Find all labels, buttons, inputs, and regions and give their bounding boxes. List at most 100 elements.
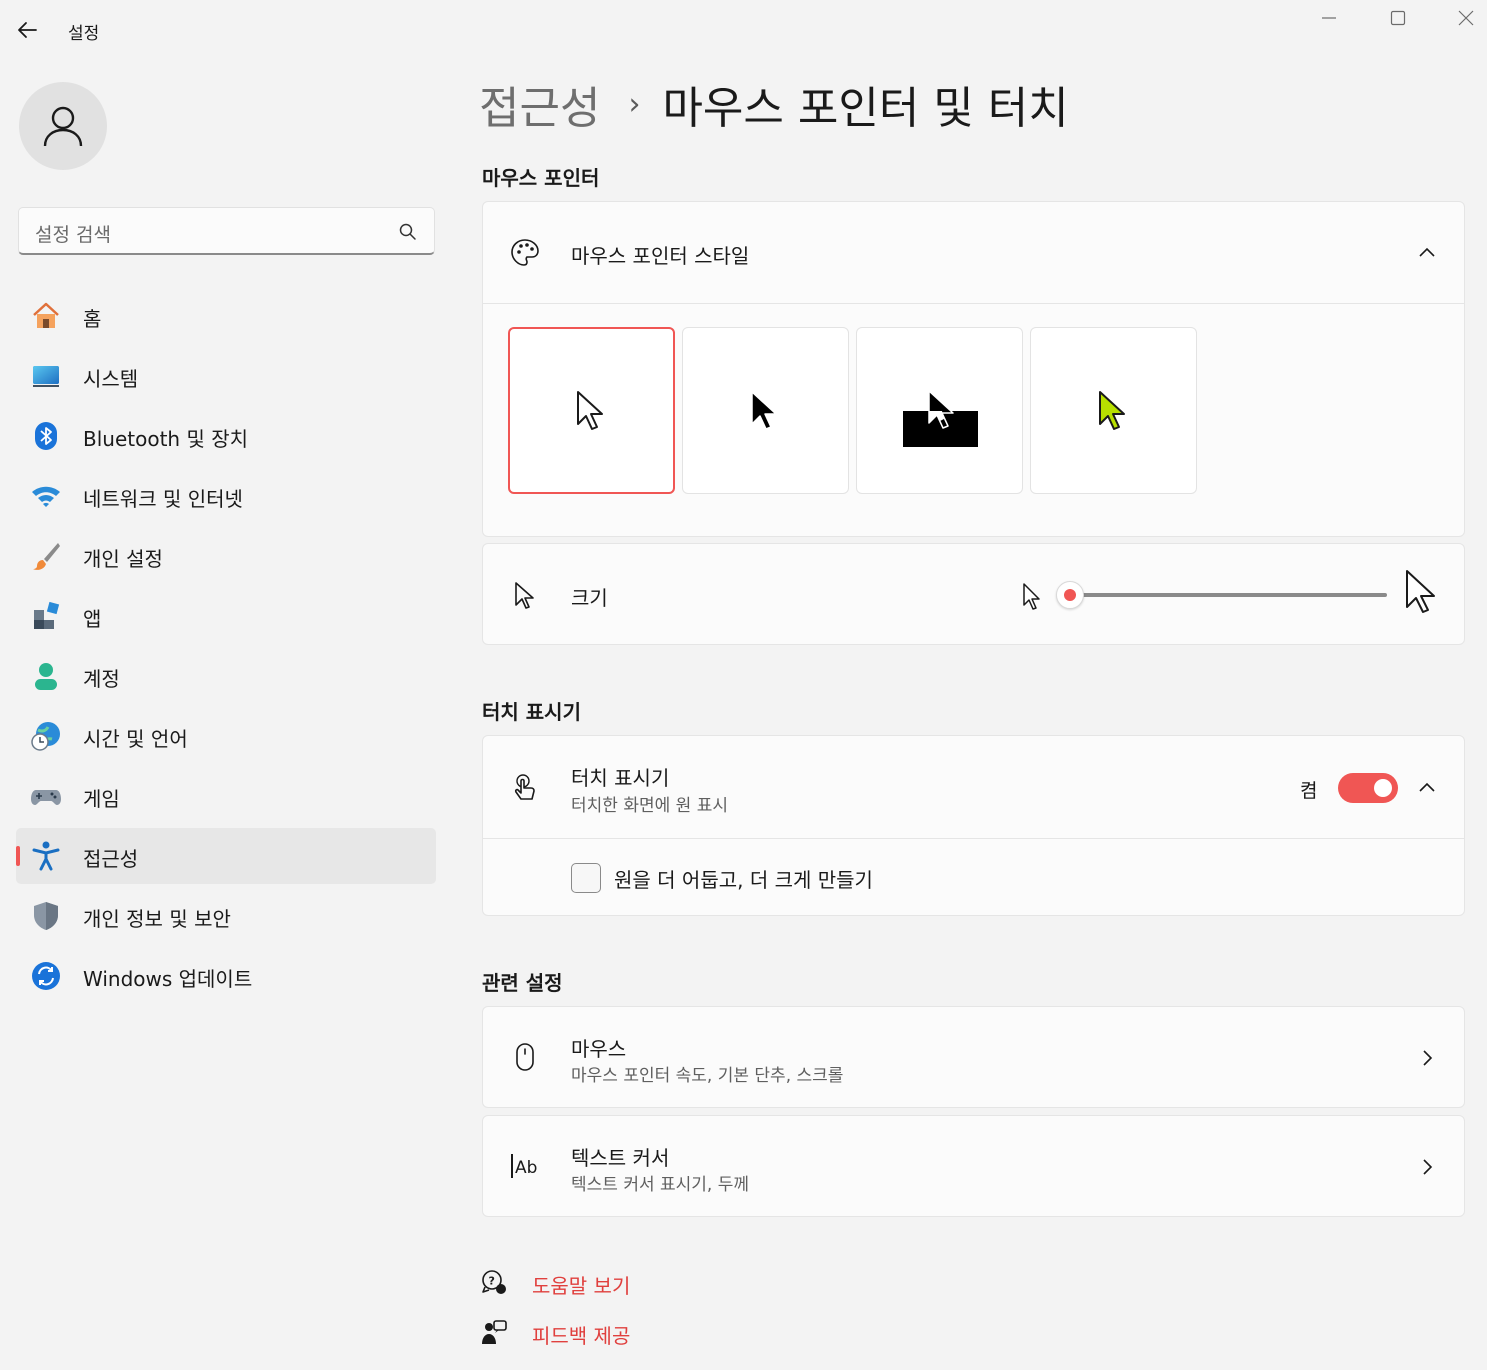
darker-circle-checkbox[interactable] bbox=[571, 863, 601, 893]
gamepad-icon bbox=[31, 790, 61, 805]
sidebar-item-label: 접근성 bbox=[83, 847, 139, 871]
pointer-style-title: 마우스 포인터 스타일 bbox=[571, 244, 750, 268]
sidebar-item-privacy[interactable]: 개인 정보 및 보안 bbox=[16, 888, 436, 944]
system-icon bbox=[33, 366, 59, 387]
related-item-subtitle: 텍스트 커서 표시기, 두께 bbox=[571, 1175, 750, 1195]
sidebar-item-apps[interactable]: 앱 bbox=[16, 588, 436, 644]
sidebar-nav: 홈 시스템 Bluetooth 및 장치 네트워크 및 인터넷 개인 설정 앱 … bbox=[16, 288, 436, 1008]
svg-text:Ab: Ab bbox=[515, 1158, 537, 1178]
wifi-icon bbox=[32, 486, 60, 507]
user-icon bbox=[43, 106, 83, 147]
section-title-touch: 터치 표시기 bbox=[482, 700, 581, 724]
sidebar-item-system[interactable]: 시스템 bbox=[16, 348, 436, 404]
sidebar-item-network[interactable]: 네트워크 및 인터넷 bbox=[16, 468, 436, 524]
touch-indicator-toggle[interactable] bbox=[1338, 773, 1398, 803]
sidebar-item-bluetooth[interactable]: Bluetooth 및 장치 bbox=[16, 408, 436, 464]
search-input[interactable]: 설정 검색 bbox=[18, 207, 435, 255]
lime-cursor-icon bbox=[1098, 390, 1125, 430]
pointer-style-inverted[interactable] bbox=[856, 327, 1023, 494]
section-title-mouse-pointer: 마우스 포인터 bbox=[482, 166, 600, 190]
white-cursor-icon bbox=[576, 390, 603, 430]
pointer-style-white[interactable] bbox=[508, 327, 675, 494]
sidebar-item-label: 홈 bbox=[83, 307, 102, 331]
search-placeholder: 설정 검색 bbox=[35, 224, 111, 246]
sidebar-item-windows-update[interactable]: Windows 업데이트 bbox=[16, 948, 436, 1004]
toggle-state-label: 켬 bbox=[1300, 780, 1318, 802]
sidebar-item-label: 개인 설정 bbox=[83, 547, 163, 571]
large-cursor-icon bbox=[1406, 570, 1435, 613]
breadcrumb: 접근성 › 마우스 포인터 및 터치 bbox=[479, 74, 1069, 134]
app-title: 설정 bbox=[68, 24, 100, 44]
pointer-size-slider-thumb[interactable] bbox=[1056, 581, 1084, 609]
related-item-text-cursor[interactable]: Ab 텍스트 커서 텍스트 커서 표시기, 두께 bbox=[482, 1115, 1465, 1217]
text-cursor-icon: Ab bbox=[511, 1154, 537, 1178]
svg-text:?: ? bbox=[489, 1275, 495, 1288]
related-item-text-cursor-row: Ab 텍스트 커서 텍스트 커서 표시기, 두께 bbox=[483, 1116, 1464, 1216]
sidebar-item-label: 게임 bbox=[83, 787, 120, 811]
sidebar-item-label: 네트워크 및 인터넷 bbox=[83, 487, 243, 511]
apps-icon bbox=[34, 601, 60, 629]
touch-indicator-card: 터치 표시기 터치한 화면에 원 표시 켬 원을 더 어둡고, 더 크게 만들기 bbox=[482, 735, 1465, 916]
breadcrumb-parent[interactable]: 접근성 bbox=[479, 72, 600, 136]
title-bar: 설정 bbox=[0, 0, 1487, 60]
darker-circle-label[interactable]: 원을 더 어둡고, 더 크게 만들기 bbox=[614, 864, 873, 893]
feedback-link[interactable]: 피드백 제공 bbox=[480, 1314, 780, 1350]
sidebar-item-personalization[interactable]: 개인 설정 bbox=[16, 528, 436, 584]
globe-clock-icon bbox=[31, 722, 60, 751]
minimize-icon[interactable] bbox=[1317, 6, 1341, 30]
chevron-right-icon bbox=[1423, 1159, 1433, 1175]
sidebar-item-home[interactable]: 홈 bbox=[16, 288, 436, 344]
sidebar-item-time-language[interactable]: 시간 및 언어 bbox=[16, 708, 436, 764]
close-icon[interactable] bbox=[1454, 6, 1478, 30]
sidebar-item-label: 개인 정보 및 보안 bbox=[83, 907, 231, 931]
pointer-size-slider-track[interactable] bbox=[1071, 593, 1387, 597]
chevron-up-icon[interactable] bbox=[1416, 242, 1438, 264]
pointer-style-card: 마우스 포인터 스타일 bbox=[482, 201, 1465, 537]
sidebar-item-label: 계정 bbox=[83, 667, 120, 691]
sidebar-item-gaming[interactable]: 게임 bbox=[16, 768, 436, 824]
pointer-style-options bbox=[508, 327, 1197, 494]
feedback-icon bbox=[482, 1320, 507, 1344]
cursor-icon bbox=[515, 582, 534, 609]
back-arrow-icon[interactable] bbox=[14, 16, 42, 44]
feedback-link-text[interactable]: 피드백 제공 bbox=[532, 1320, 630, 1349]
search-icon[interactable] bbox=[398, 222, 418, 242]
pointer-size-label: 크기 bbox=[571, 586, 608, 610]
accessibility-icon bbox=[32, 841, 60, 871]
help-link[interactable]: ? 도움말 보기 bbox=[480, 1264, 780, 1300]
inverted-cursor-icon bbox=[902, 389, 978, 447]
sidebar-item-accounts[interactable]: 계정 bbox=[16, 648, 436, 704]
pointer-style-custom[interactable] bbox=[1030, 327, 1197, 494]
touch-indicator-subtitle: 터치한 화면에 원 표시 bbox=[571, 796, 728, 816]
related-item-mouse[interactable]: 마우스 마우스 포인터 속도, 기본 단추, 스크롤 bbox=[482, 1006, 1465, 1108]
sidebar-item-label: Windows 업데이트 bbox=[83, 967, 253, 991]
related-item-title: 마우스 bbox=[571, 1037, 627, 1061]
breadcrumb-separator: › bbox=[628, 86, 641, 122]
darker-circle-row: 원을 더 어둡고, 더 크게 만들기 bbox=[483, 839, 1464, 915]
maximize-icon[interactable] bbox=[1386, 6, 1410, 30]
account-icon bbox=[35, 663, 57, 690]
avatar[interactable] bbox=[19, 82, 107, 170]
palette-icon bbox=[511, 239, 539, 266]
home-icon bbox=[33, 302, 59, 328]
sidebar-item-accessibility[interactable]: 접근성 bbox=[16, 828, 436, 884]
sidebar-item-label: 앱 bbox=[83, 607, 102, 631]
section-title-related: 관련 설정 bbox=[482, 971, 563, 995]
pointer-style-black[interactable] bbox=[682, 327, 849, 494]
sidebar-item-label: 시스템 bbox=[83, 367, 139, 391]
help-chat-icon: ? bbox=[482, 1270, 506, 1294]
bluetooth-icon bbox=[35, 422, 57, 450]
page-title: 마우스 포인터 및 터치 bbox=[662, 83, 1069, 134]
update-icon bbox=[32, 962, 60, 990]
chevron-up-icon[interactable] bbox=[1416, 777, 1438, 799]
help-link-text[interactable]: 도움말 보기 bbox=[532, 1270, 630, 1299]
pointer-style-header[interactable]: 마우스 포인터 스타일 bbox=[483, 202, 1464, 304]
touch-indicator-title: 터치 표시기 bbox=[571, 766, 670, 790]
chevron-right-icon bbox=[1423, 1050, 1433, 1066]
shield-icon bbox=[34, 902, 58, 930]
black-cursor-icon bbox=[750, 390, 777, 430]
related-item-subtitle: 마우스 포인터 속도, 기본 단추, 스크롤 bbox=[571, 1066, 844, 1086]
touch-indicator-header[interactable]: 터치 표시기 터치한 화면에 원 표시 켬 bbox=[483, 736, 1464, 839]
related-item-title: 텍스트 커서 bbox=[571, 1146, 670, 1170]
sidebar-item-label: Bluetooth 및 장치 bbox=[83, 427, 249, 451]
